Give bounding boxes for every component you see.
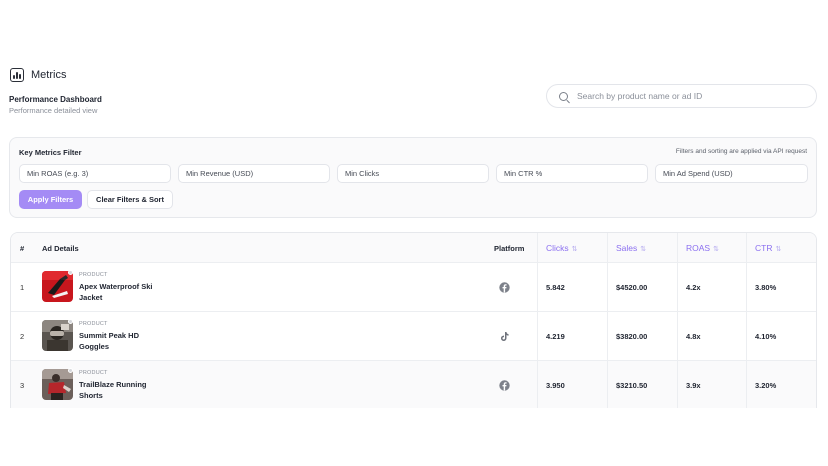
- header-ad-details: Ad Details: [42, 244, 79, 253]
- min-roas-input[interactable]: [19, 164, 171, 183]
- header-ctr[interactable]: CTR ⇅: [755, 243, 781, 253]
- row-index: 1: [20, 283, 25, 292]
- roas-value: 3.9x: [686, 381, 701, 390]
- row-index: 2: [20, 332, 25, 341]
- sales-value: $3820.00: [616, 332, 648, 341]
- row-index: 3: [20, 381, 25, 390]
- sales-value: $3210.50: [616, 381, 648, 390]
- column-divider: [677, 233, 678, 408]
- facebook-icon: [499, 380, 510, 391]
- header-platform: Platform: [494, 244, 525, 253]
- thumbnail-badge: [68, 270, 73, 275]
- header-ctr-label: CTR: [755, 243, 773, 253]
- clicks-value: 3.950: [546, 381, 565, 390]
- product-name: Summit Peak HD Goggles: [79, 331, 140, 351]
- thumbnail-badge: [68, 319, 73, 324]
- header-sales[interactable]: Sales ⇅: [616, 243, 646, 253]
- table-row[interactable]: 1 PRODUCT Apex Waterproof Ski Jacket 5.8…: [11, 263, 816, 312]
- facebook-icon: [499, 282, 510, 293]
- column-divider: [607, 233, 608, 408]
- page-header: Metrics: [10, 68, 66, 82]
- filter-note: Filters and sorting are applied via API …: [675, 148, 807, 155]
- ads-table: # Ad Details Platform Clicks ⇅ Sales ⇅ ROA…: [10, 232, 817, 408]
- product-tag: PRODUCT: [79, 321, 108, 327]
- search-input[interactable]: [577, 91, 807, 101]
- min-revenue-input[interactable]: [178, 164, 330, 183]
- product-thumbnail: [42, 369, 73, 400]
- header-sales-label: Sales: [616, 243, 638, 253]
- apply-filters-button[interactable]: Apply Filters: [19, 190, 82, 209]
- dashboard-subtitle: Performance detailed view: [9, 106, 98, 115]
- product-tag: PRODUCT: [79, 272, 108, 278]
- header-roas-label: ROAS: [686, 243, 711, 253]
- column-divider: [537, 233, 538, 408]
- sort-icon: ⇅: [571, 246, 578, 253]
- product-thumbnail: [42, 271, 73, 302]
- roas-value: 4.2x: [686, 283, 701, 292]
- ctr-value: 3.80%: [755, 283, 777, 292]
- search-icon: [559, 91, 568, 101]
- search-box[interactable]: [546, 84, 817, 108]
- min-ctr-input[interactable]: [496, 164, 648, 183]
- min-ad-spend-input[interactable]: [655, 164, 808, 183]
- sort-icon: ⇅: [640, 246, 647, 253]
- header-index: #: [20, 244, 25, 253]
- roas-value: 4.8x: [686, 332, 701, 341]
- tiktok-icon: [499, 331, 510, 342]
- sort-icon: ⇅: [713, 246, 719, 253]
- header-roas[interactable]: ROAS ⇅: [686, 243, 719, 253]
- table-row[interactable]: 3 PRODUCT TrailBlaze Running Shorts 3.95…: [11, 361, 816, 408]
- column-divider: [746, 233, 747, 408]
- clicks-value: 4.219: [546, 332, 565, 341]
- clicks-value: 5.842: [546, 283, 565, 292]
- sort-icon: ⇅: [775, 246, 782, 253]
- filter-title: Key Metrics Filter: [19, 148, 82, 157]
- sales-value: $4520.00: [616, 283, 648, 292]
- thumbnail-badge: [68, 368, 73, 373]
- table-row[interactable]: 2 PRODUCT Summit Peak HD Goggles 4.219 $…: [11, 312, 816, 361]
- product-name: Apex Waterproof Ski Jacket: [79, 282, 153, 302]
- ctr-value: 3.20%: [755, 381, 777, 390]
- product-name: TrailBlaze Running Shorts: [79, 380, 147, 400]
- header-clicks-label: Clicks: [546, 243, 569, 253]
- ctr-value: 4.10%: [755, 332, 777, 341]
- clear-filters-button[interactable]: Clear Filters & Sort: [87, 190, 173, 209]
- dashboard-title: Performance Dashboard: [9, 95, 102, 104]
- header-clicks[interactable]: Clicks ⇅: [546, 243, 578, 253]
- product-tag: PRODUCT: [79, 370, 108, 376]
- bar-chart-icon: [10, 68, 24, 82]
- page-title: Metrics: [31, 69, 67, 81]
- table-header: # Ad Details Platform Clicks ⇅ Sales ⇅ ROA…: [11, 233, 816, 263]
- filter-panel: Key Metrics Filter Filters and sorting a…: [9, 137, 817, 218]
- product-thumbnail: [42, 320, 73, 351]
- min-clicks-input[interactable]: [337, 164, 489, 183]
